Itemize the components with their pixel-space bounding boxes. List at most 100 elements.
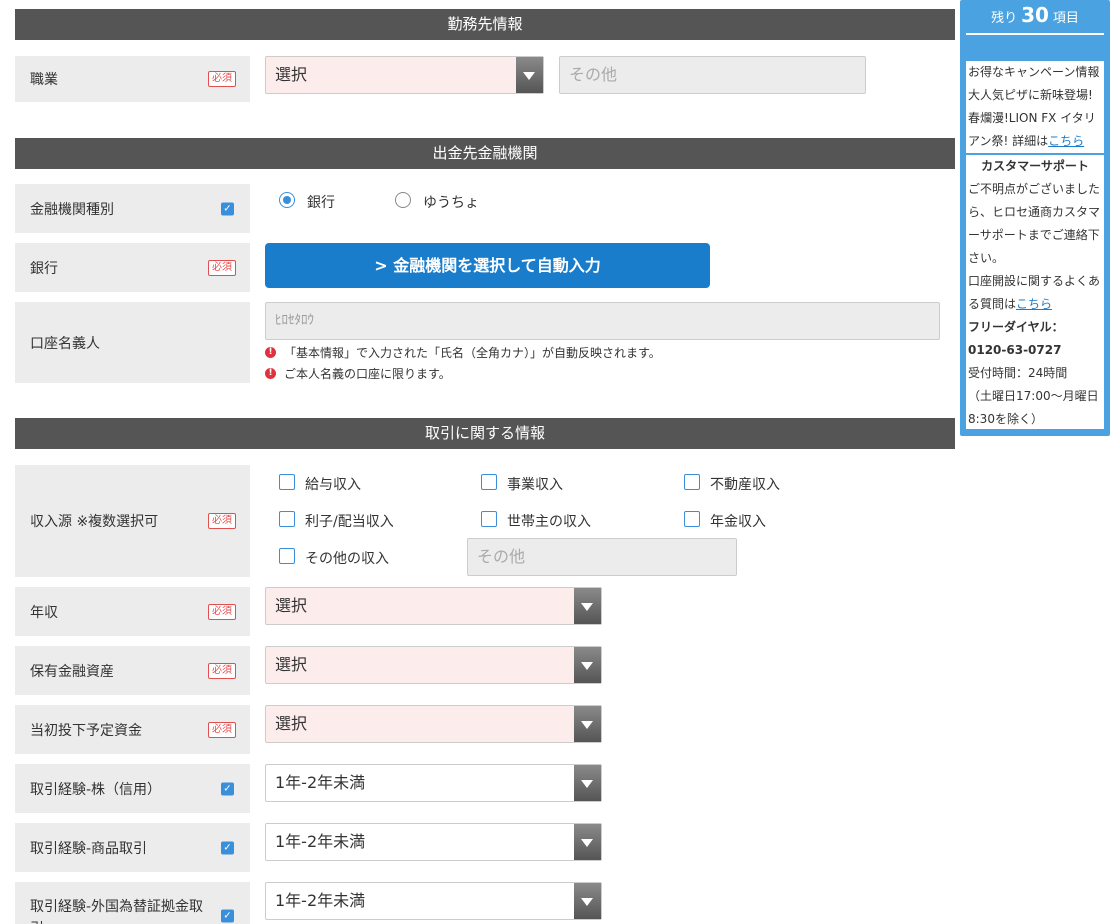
required-badge: 必須 [208,71,236,87]
institution-type-label-cell: 金融機関種別 ✓ [15,184,250,233]
check-icon: ✓ [221,782,234,795]
checkbox-business[interactable] [481,474,497,490]
occupation-other-input[interactable]: その他 [559,56,866,94]
checkbox-pension[interactable] [684,511,700,527]
exp-fx-value: 1年-2年未満 [275,891,366,910]
support-box: カスタマーサポート ご不明点がございましたら、ヒロセ通商カスタマーサポートまでご… [966,155,1104,429]
income-source-label: 収入源 ※複数選択可 [30,514,159,530]
checkbox-other-income[interactable] [279,548,295,564]
occupation-label: 職業 [30,72,58,88]
chevron-down-icon [574,883,601,919]
checkbox-business-label: 事業収入 [507,477,563,493]
annual-income-select[interactable]: 選択 [265,587,602,625]
check-icon: ✓ [221,202,234,215]
campaign-box: お得なキャンペーン情報 大人気ピザに新味登場!春爛漫!LION FX イタリアン… [966,61,1104,153]
chevron-down-icon [574,706,601,742]
radio-yucho[interactable] [395,192,411,208]
required-badge: 必須 [208,662,236,679]
checkbox-householder[interactable] [481,511,497,527]
institution-type-label: 金融機関種別 [30,201,114,218]
exp-stock-label: 取引経験-株（信用） [30,781,162,798]
income-source-label-cell: 収入源 ※複数選択可 必須 [15,465,250,577]
annual-income-value: 選択 [275,596,308,615]
required-badge: 必須 [208,259,236,276]
checkbox-other-income-label: その他の収入 [305,551,389,567]
occupation-label-cell: 職業 必須 [15,56,250,102]
required-badge: 必須 [208,513,236,529]
checkbox-realestate-label: 不動産収入 [710,477,780,493]
checkbox-salary[interactable] [279,474,295,490]
checkbox-dividend[interactable] [279,511,295,527]
account-holder-label-cell: 口座名義人 [15,302,250,383]
account-holder-label: 口座名義人 [30,335,100,352]
campaign-text: 大人気ピザに新味登場!春爛漫!LION FX イタリアン祭! 詳細はこちら [968,84,1102,153]
account-holder-note-1: ! 「基本情報」で入力された「氏名（全角カナ）」が自動反映されます。 [265,344,661,361]
campaign-title: お得なキャンペーン情報 [968,65,1100,79]
chevron-down-icon [574,647,601,683]
check-icon: ✓ [221,909,234,923]
remaining-items: 残り 30 項目 [960,0,1110,32]
initial-investment-select[interactable]: 選択 [265,705,602,743]
radio-yucho-label: ゆうちょ [423,195,479,211]
faq-link[interactable]: こちら [1016,297,1052,311]
freedial-label: フリーダイヤル： [968,320,1064,334]
account-holder-input[interactable]: ﾋﾛｾﾀﾛｳ [265,302,940,340]
annual-income-label: 年収 [30,604,58,621]
initial-investment-label-cell: 当初投下予定資金 必須 [15,705,250,754]
remain-count: 30 [1021,3,1049,27]
exp-commodity-select[interactable]: 1年-2年未満 [265,823,602,861]
hours: 受付時間：24時間 [968,366,1068,380]
section-bank-header: 出金先金融機関 [15,138,955,169]
check-icon: ✓ [221,841,234,854]
financial-assets-value: 選択 [275,655,308,674]
note-text: 「基本情報」で入力された「氏名（全角カナ）」が自動反映されます。 [284,346,661,360]
income-other-placeholder: その他 [477,547,526,566]
account-holder-note-2: ! ご本人名義の口座に限ります。 [265,365,451,382]
exp-commodity-label: 取引経験-商品取引 [30,840,148,857]
hours-note: （土曜日17:00〜月曜日8:30を除く） [968,389,1099,426]
campaign-link[interactable]: こちら [1048,134,1084,148]
divider [966,33,1104,35]
exp-stock-label-cell: 取引経験-株（信用） ✓ [15,764,250,813]
financial-assets-label: 保有金融資産 [30,663,114,680]
chevron-down-icon [516,57,543,93]
checkbox-realestate[interactable] [684,474,700,490]
occupation-select[interactable]: 選択 [265,56,544,94]
exp-commodity-value: 1年-2年未満 [275,832,366,851]
exp-fx-select[interactable]: 1年-2年未満 [265,882,602,920]
section-employer-header: 勤務先情報 [15,9,955,40]
financial-assets-select[interactable]: 選択 [265,646,602,684]
exp-stock-select[interactable]: 1年-2年未満 [265,764,602,802]
initial-investment-value: 選択 [275,714,308,733]
remain-suffix: 項目 [1052,11,1079,26]
checkbox-pension-label: 年金収入 [710,514,766,530]
sidebar: 残り 30 項目 お得なキャンペーン情報 大人気ピザに新味登場!春爛漫!LION F… [960,0,1110,436]
checkbox-householder-label: 世帯主の収入 [507,514,591,530]
alert-icon: ! [265,368,276,379]
radio-bank-label: 銀行 [307,195,335,211]
alert-icon: ! [265,347,276,358]
chevron-down-icon [574,765,601,801]
chevron-down-icon [574,588,601,624]
occupation-other-placeholder: その他 [569,65,618,84]
annual-income-label-cell: 年収 必須 [15,587,250,636]
required-badge: 必須 [208,721,236,738]
chevron-down-icon [574,824,601,860]
support-text: ご不明点がございましたら、ヒロセ通商カスタマーサポートまでご連絡下さい。 [968,182,1101,265]
initial-investment-label: 当初投下予定資金 [30,722,142,739]
required-badge: 必須 [208,603,236,620]
occupation-select-value: 選択 [275,65,308,84]
checkbox-dividend-label: 利子/配当収入 [305,514,394,530]
remain-prefix: 残り [991,11,1018,26]
exp-commodity-label-cell: 取引経験-商品取引 ✓ [15,823,250,872]
exp-fx-label: 取引経験-外国為替証拠金取引 [30,899,204,924]
radio-bank[interactable] [279,192,295,208]
faq-text: 口座開設に関するよくある質問はこちら [968,270,1102,316]
select-institution-button[interactable]: > 金融機関を選択して自動入力 [265,243,710,288]
bank-label-cell: 銀行 必須 [15,243,250,292]
account-holder-value: ﾋﾛｾﾀﾛｳ [275,313,314,328]
note-text: ご本人名義の口座に限ります。 [284,367,451,381]
bank-label: 銀行 [30,260,58,277]
exp-stock-value: 1年-2年未満 [275,773,366,792]
income-other-input[interactable]: その他 [467,538,737,576]
